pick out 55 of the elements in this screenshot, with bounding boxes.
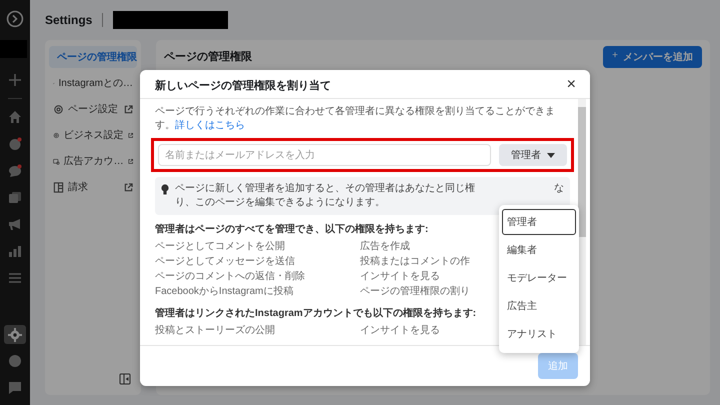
permission-text: ページとしてメッセージを送信 (155, 255, 295, 269)
permission-text: ページの管理権限の割り (360, 284, 470, 299)
tip-text: り、このページを編集できるようになります。 (175, 196, 386, 210)
close-button[interactable]: × (562, 77, 580, 93)
permission-text: 投稿またはコメントの作 (360, 254, 470, 269)
name-email-field[interactable]: 名前またはメールアドレスを入力 (158, 144, 491, 166)
permission-text: インサイトを見る (360, 324, 440, 338)
panel-title: ページの管理権限 (164, 50, 252, 64)
menu-item[interactable]: モデレーター (502, 265, 576, 291)
permission-text: FacebookからInstagramに投稿 (155, 284, 294, 299)
permission-text: 投稿とストーリーズの公開 (155, 324, 275, 338)
chart-icon[interactable] (8, 244, 22, 258)
external-link-icon (124, 104, 133, 114)
collapse-sidebar-icon[interactable] (119, 373, 131, 385)
section-heading: 管理者はリンクされたInstagramアカウントでも以下の権限を持ちます: (155, 306, 478, 320)
feedback-icon[interactable] (8, 381, 22, 396)
scrollbar[interactable] (578, 99, 586, 345)
role-dropdown[interactable]: 管理者 (499, 144, 567, 166)
caret-icon (547, 152, 555, 158)
nav-item[interactable]: ビジネス設定 (49, 124, 137, 146)
settings-icon[interactable] (8, 328, 22, 342)
page-title: Settings (45, 13, 92, 27)
external-link-icon (128, 130, 133, 140)
settings-button[interactable] (4, 324, 26, 344)
chat-icon[interactable] (8, 164, 22, 178)
pages-icon[interactable] (8, 190, 22, 205)
home-icon[interactable] (8, 110, 22, 124)
permission-text: ページとしてコメントを公開 (155, 240, 285, 254)
learn-more-link[interactable]: 詳しくはこちら (175, 120, 245, 131)
tip-text: ページに新しく管理者を追加すると、その管理者はあなたと同じ権 (175, 182, 475, 196)
lightbulb-icon (161, 184, 169, 195)
bill-icon (53, 182, 64, 192)
description-text: ページで行うそれぞれの作業に合わせて各管理者に異なる権限を割り当てることができます。詳しくはこちら (155, 105, 556, 133)
dialog-title: 新しいページの管理権限を割り当て (155, 78, 331, 92)
nav-item[interactable]: Instagramとの… (49, 72, 137, 94)
menu-icon[interactable] (8, 271, 22, 286)
menu-item[interactable]: 編集者 (502, 237, 576, 263)
menu-item[interactable]: アナリスト (502, 321, 576, 347)
permission-text: ページのコメントへの返信・削除 (155, 270, 305, 284)
external-link-icon (128, 156, 133, 166)
permission-text: インサイトを見る (360, 270, 440, 284)
menu-item[interactable]: 広告主 (502, 293, 576, 319)
megaphone-icon[interactable] (8, 217, 22, 232)
external-link-icon (124, 182, 133, 192)
menu-item[interactable]: 管理者 (502, 209, 576, 235)
nav-item[interactable]: 請求 (49, 176, 137, 198)
permission-text: 広告を作成 (360, 240, 410, 254)
logo-icon[interactable] (6, 10, 24, 28)
plus-icon[interactable] (8, 72, 22, 87)
nav-item[interactable]: 広告アカウ… (49, 150, 137, 172)
gear-icon (53, 104, 64, 114)
add-member-button[interactable]: + メンバーを追加 (603, 46, 702, 68)
section-heading: 管理者はページのすべてを管理でき、以下の権限を持ちます: (155, 222, 430, 236)
nav-item[interactable]: ページ設定 (49, 98, 137, 120)
tip-text: な (554, 182, 564, 196)
